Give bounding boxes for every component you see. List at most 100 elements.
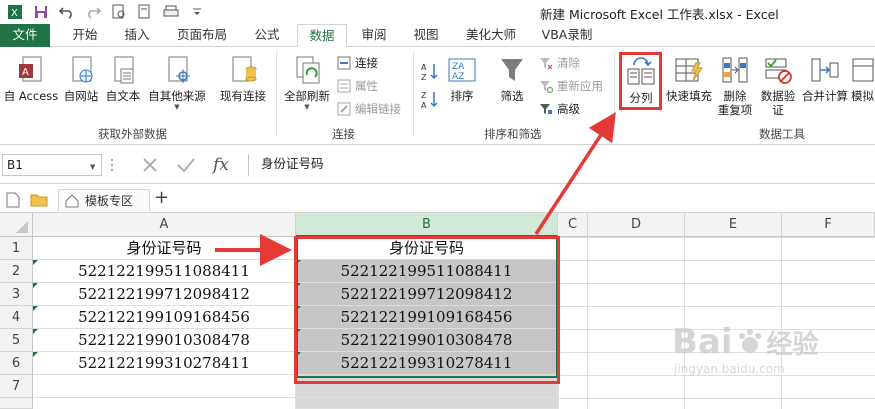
svg-text:A: A bbox=[421, 63, 427, 72]
add-tab-button[interactable]: + bbox=[154, 187, 169, 208]
cell-a5[interactable]: 522122199010308478 bbox=[33, 329, 296, 352]
cell-b4[interactable]: 522122199109168456 bbox=[296, 306, 558, 329]
row-header-5[interactable]: 5 bbox=[0, 329, 33, 352]
cell-a6[interactable]: 522122199310278411 bbox=[33, 352, 296, 375]
confirm-entry-icon[interactable] bbox=[175, 154, 197, 176]
from-other-sources-button[interactable]: 自其他来源 ▼ bbox=[144, 53, 210, 111]
tab-file[interactable]: 文件 bbox=[0, 24, 50, 47]
data-validation-button[interactable]: 数据验 证 bbox=[756, 53, 800, 117]
cell-b3[interactable]: 522122199712098412 bbox=[296, 283, 558, 306]
folder-icon[interactable] bbox=[30, 193, 48, 210]
cell-b7[interactable] bbox=[296, 375, 558, 398]
column-header-c[interactable]: C bbox=[558, 213, 588, 237]
cell-b1[interactable]: 身份证号码 bbox=[296, 237, 558, 260]
cell-a2[interactable]: 522122199511088411 bbox=[33, 260, 296, 283]
connections-icon bbox=[336, 55, 352, 71]
cell-b3-value: 522122199712098412 bbox=[340, 285, 513, 303]
column-header-d[interactable]: D bbox=[588, 213, 685, 237]
properties-button[interactable]: 属性 bbox=[336, 78, 378, 94]
edit-links-button[interactable]: 编辑链接 bbox=[336, 101, 401, 117]
sort-desc-button[interactable]: ZA bbox=[420, 89, 443, 109]
existing-connections-button[interactable]: 现有连接 bbox=[214, 53, 272, 103]
new-file-icon[interactable] bbox=[6, 192, 20, 211]
template-zone-tab[interactable]: 模板专区 bbox=[58, 189, 150, 211]
formula-input[interactable]: 身份证号码 bbox=[248, 154, 875, 176]
row-header-2[interactable]: 2 bbox=[0, 260, 33, 283]
tab-view[interactable]: 视图 bbox=[402, 24, 450, 47]
sort-asc-button[interactable]: AZ bbox=[420, 61, 443, 81]
text-to-columns-button[interactable]: 分列 bbox=[621, 55, 661, 105]
properties-icon bbox=[336, 78, 352, 94]
connections-button[interactable]: 连接 bbox=[336, 55, 378, 71]
cancel-entry-icon[interactable] bbox=[140, 154, 160, 176]
row-header-6[interactable]: 6 bbox=[0, 352, 33, 375]
print-preview-icon[interactable] bbox=[108, 1, 130, 23]
redo-icon[interactable] bbox=[82, 1, 104, 23]
tab-insert[interactable]: 插入 bbox=[112, 24, 162, 47]
cell-a4[interactable]: 522122199109168456 bbox=[33, 306, 296, 329]
tab-meihua[interactable]: 美化大师 bbox=[458, 24, 524, 47]
cell-b5[interactable]: 522122199010308478 bbox=[296, 329, 558, 352]
chevron-down-icon[interactable]: ▼ bbox=[90, 163, 95, 171]
svg-text:X: X bbox=[11, 8, 18, 19]
undo-icon[interactable] bbox=[56, 1, 78, 23]
cell-b8[interactable] bbox=[296, 398, 558, 409]
reapply-button[interactable]: 重新应用 bbox=[538, 78, 603, 94]
select-all-corner[interactable] bbox=[0, 213, 33, 237]
refresh-all-button[interactable]: 全部刷新 ▼ bbox=[280, 53, 334, 111]
remove-duplicates-label-2: 重复项 bbox=[717, 103, 753, 117]
reapply-label: 重新应用 bbox=[557, 79, 603, 93]
row-header-8[interactable] bbox=[0, 398, 33, 409]
cell-b6[interactable]: 522122199310278411 bbox=[296, 352, 558, 375]
insert-function-icon[interactable]: fx bbox=[213, 154, 229, 176]
tab-review[interactable]: 审阅 bbox=[350, 24, 398, 47]
group-label-get-external: 获取外部数据 bbox=[98, 127, 167, 141]
empty-cells-area[interactable] bbox=[558, 237, 875, 409]
from-web-label: 自网站 bbox=[63, 89, 99, 103]
cell-a3[interactable]: 522122199712098412 bbox=[33, 283, 296, 306]
tab-home[interactable]: 开始 bbox=[60, 24, 110, 47]
whatif-icon bbox=[850, 53, 875, 87]
tab-formulas[interactable]: 公式 bbox=[243, 24, 291, 47]
clear-label: 清除 bbox=[557, 56, 580, 70]
cell-a7[interactable] bbox=[33, 375, 296, 398]
cell-a1[interactable]: 身份证号码 bbox=[33, 237, 296, 260]
consolidate-icon bbox=[808, 53, 842, 87]
whatif-label: 模拟 bbox=[851, 89, 874, 103]
row-header-1[interactable]: 1 bbox=[0, 237, 33, 260]
flash-fill-button[interactable]: 快速填充 bbox=[664, 53, 714, 103]
clear-filter-button[interactable]: 清除 bbox=[538, 55, 580, 71]
tab-vba[interactable]: VBA录制 bbox=[534, 24, 600, 47]
from-web-button[interactable]: 自网站 bbox=[60, 53, 102, 103]
consolidate-button[interactable]: 合并计算 bbox=[800, 53, 850, 103]
from-access-button[interactable]: A 自 Access bbox=[2, 53, 60, 103]
cell-a5-value: 522122199010308478 bbox=[78, 331, 250, 349]
document-tabs-row: 模板专区 + bbox=[0, 185, 875, 213]
tab-data[interactable]: 数据 bbox=[297, 24, 347, 48]
remove-duplicates-button[interactable]: 删除 重复项 bbox=[714, 53, 756, 117]
cell-b2[interactable]: 522122199511088411 bbox=[296, 260, 558, 283]
save-icon[interactable] bbox=[30, 1, 52, 23]
column-header-e[interactable]: E bbox=[685, 213, 782, 237]
excel-logo-icon: X bbox=[4, 1, 26, 23]
row-header-4[interactable]: 4 bbox=[0, 306, 33, 329]
print-icon[interactable] bbox=[160, 1, 182, 23]
whatif-button[interactable]: 模拟 bbox=[850, 53, 875, 103]
text-file-icon bbox=[106, 53, 140, 87]
tab-page-layout[interactable]: 页面布局 bbox=[170, 24, 234, 47]
name-box[interactable]: B1 bbox=[2, 154, 102, 176]
cell-a8[interactable] bbox=[33, 398, 296, 409]
search-doc-icon[interactable] bbox=[134, 1, 156, 23]
row-header-7[interactable]: 7 bbox=[0, 375, 33, 398]
from-text-button[interactable]: 自文本 bbox=[102, 53, 144, 103]
column-header-b[interactable]: B bbox=[296, 213, 558, 237]
advanced-filter-button[interactable]: 高级 bbox=[538, 101, 580, 117]
customize-qat-icon[interactable] bbox=[186, 1, 208, 23]
sort-button[interactable]: ZA AZ 排序 bbox=[443, 53, 481, 103]
column-header-a[interactable]: A bbox=[33, 213, 296, 237]
filter-button[interactable]: 筛选 bbox=[492, 53, 532, 103]
column-header-f[interactable]: F bbox=[782, 213, 875, 237]
cell-a3-value: 522122199712098412 bbox=[78, 285, 250, 303]
row-header-3[interactable]: 3 bbox=[0, 283, 33, 306]
reapply-icon bbox=[538, 78, 554, 94]
